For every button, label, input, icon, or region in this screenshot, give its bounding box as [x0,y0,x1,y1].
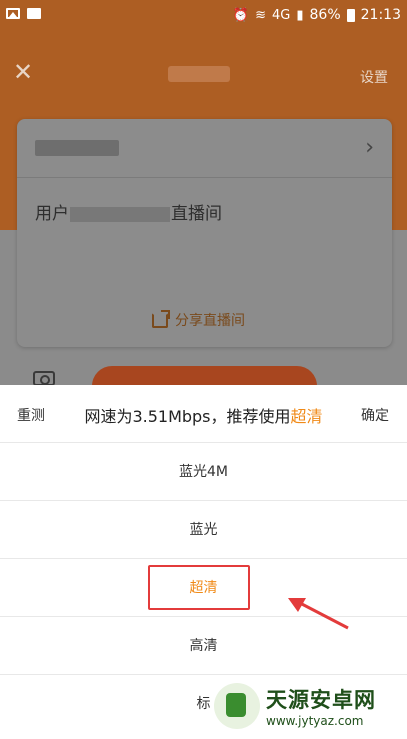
status-bar: ⏰ ≋ 4G ▮ 86% 21:13 [0,0,407,32]
signal-bars-icon: ▮ [296,7,304,23]
clock: 21:13 [360,7,401,23]
page-title-redacted [168,66,230,82]
folder-icon [27,8,41,19]
highlight-box [148,565,250,610]
share-room-button[interactable]: 分享直播间 [152,309,245,330]
option-bluray[interactable]: 蓝光 [0,501,407,559]
room-title: 用户 直播间 [35,199,222,224]
share-icon [152,309,170,328]
close-icon[interactable]: ✕ [13,60,33,84]
alarm-icon: ⏰ [232,7,250,23]
watermark-url: www.jytyaz.com [266,714,364,728]
recommended-quality: 超清 [290,407,323,426]
sheet-header: 重测 网速为3.51Mbps，推荐使用超清 确定 [0,385,407,443]
camera-icon[interactable] [33,371,55,386]
watermark-name: 天源安卓网 [266,688,376,712]
battery-percent: 86% [309,7,341,23]
signal-icon: 4G [272,7,291,23]
wifi-icon: ≋ [255,7,266,23]
speed-text: 网速为3.51Mbps，推荐使用 [84,407,291,426]
share-label: 分享直播间 [175,313,245,329]
watermark: 天源安卓网 www.jytyaz.com [214,683,376,729]
watermark-text: 天源安卓网 www.jytyaz.com [266,684,376,728]
confirm-button[interactable]: 确定 [361,405,389,425]
room-suffix: 直播间 [171,204,222,224]
chevron-right-icon[interactable]: › [365,135,374,160]
pointer-arrow-icon [288,598,349,630]
card-divider [17,177,392,178]
battery-icon [346,8,355,22]
status-right: ⏰ ≋ 4G ▮ 86% 21:13 [233,7,401,23]
settings-button[interactable]: 设置 [360,67,388,87]
option-bluray-4m[interactable]: 蓝光4M [0,443,407,501]
watermark-logo [214,683,260,729]
live-room-card: › 用户 直播间 分享直播间 [17,119,392,347]
room-name-redacted [35,140,119,156]
speed-recommendation: 网速为3.51Mbps，推荐使用超清 [0,403,407,427]
gallery-icon [6,8,20,19]
room-prefix: 用户 [35,204,69,224]
status-notifications [6,8,41,19]
username-redacted [70,206,170,222]
